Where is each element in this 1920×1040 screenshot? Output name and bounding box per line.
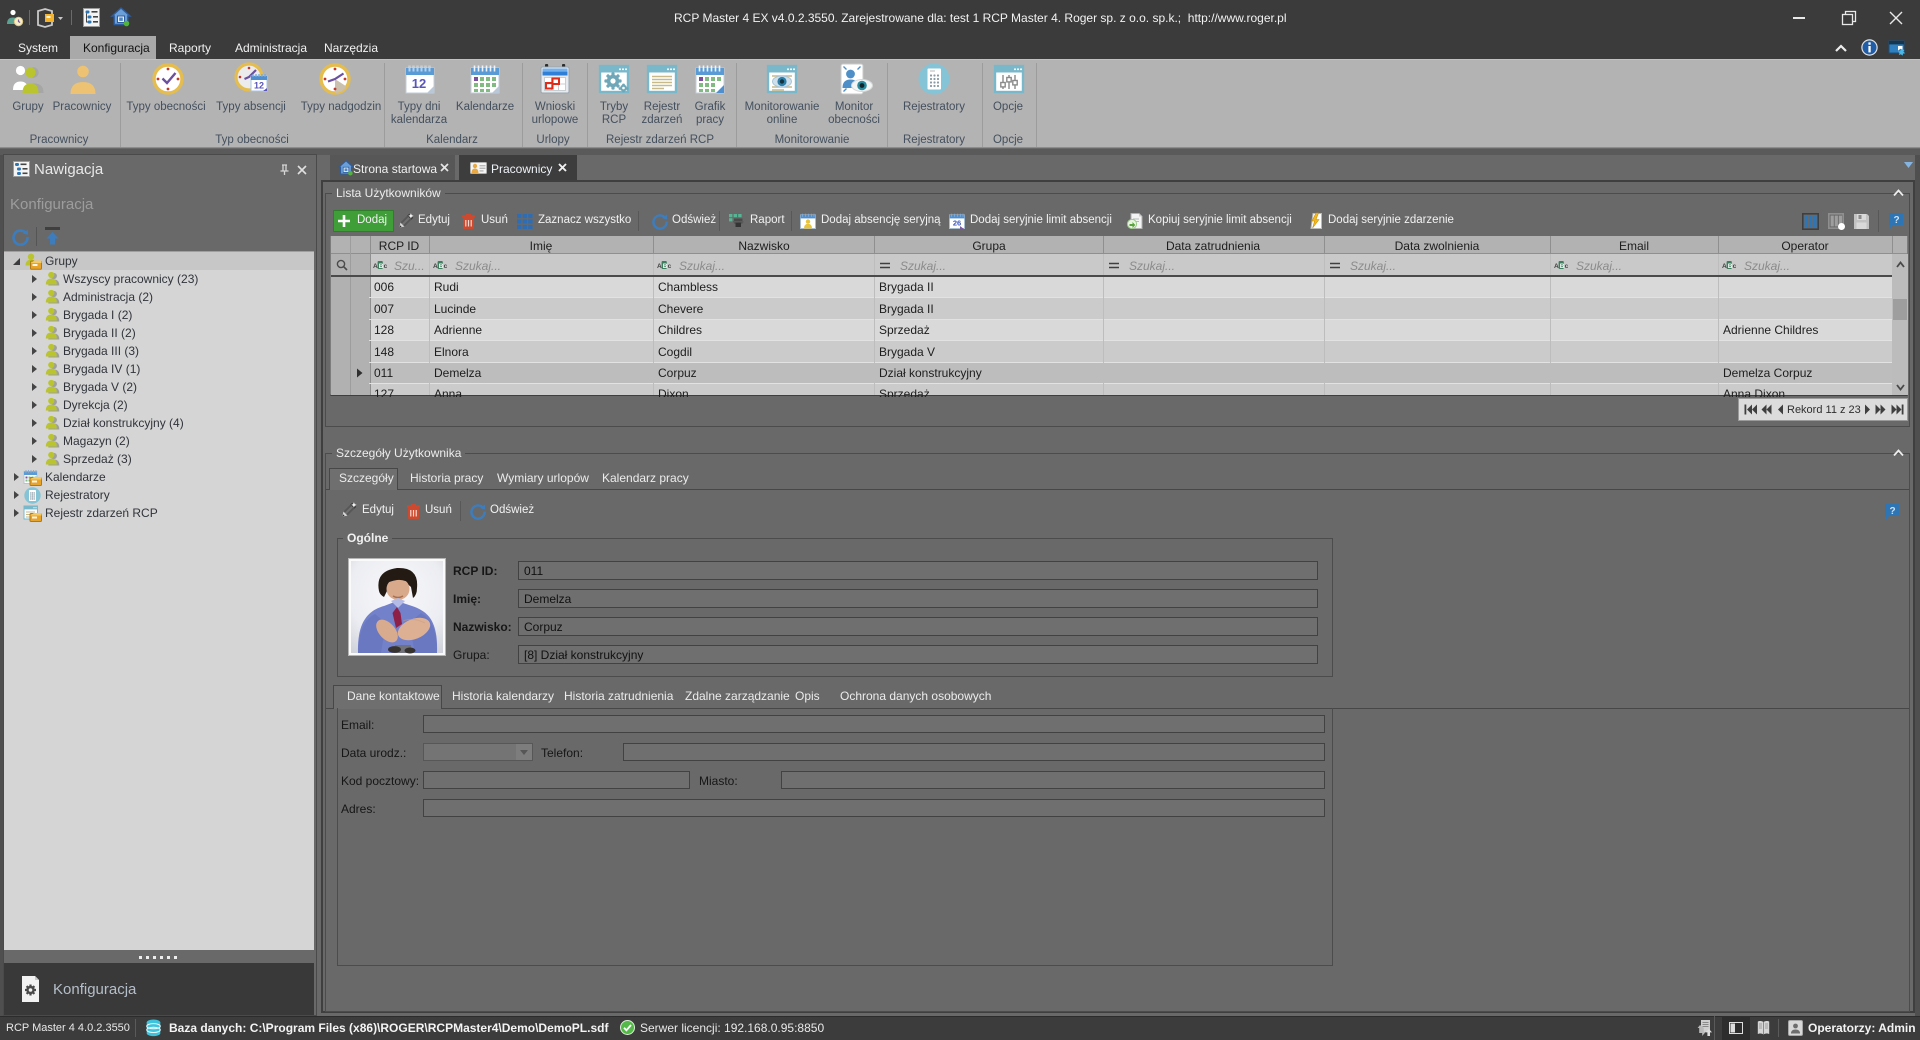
svg-text:12: 12 [254, 81, 264, 91]
svg-text:c: c [1565, 263, 1569, 270]
svg-text:A: A [657, 263, 662, 270]
svg-text:A: A [373, 263, 378, 270]
svg-text:?: ? [1893, 215, 1899, 226]
svg-text:A: A [1554, 263, 1559, 270]
svg-text:A: A [433, 263, 438, 270]
svg-text:c: c [1733, 263, 1737, 270]
svg-text:c: c [668, 263, 672, 270]
svg-text:c: c [384, 263, 388, 270]
svg-text:?: ? [1889, 506, 1895, 517]
svg-text:c: c [444, 263, 448, 270]
svg-text:12: 12 [412, 76, 426, 91]
svg-text:A: A [1722, 263, 1727, 270]
svg-text:26: 26 [953, 219, 961, 228]
